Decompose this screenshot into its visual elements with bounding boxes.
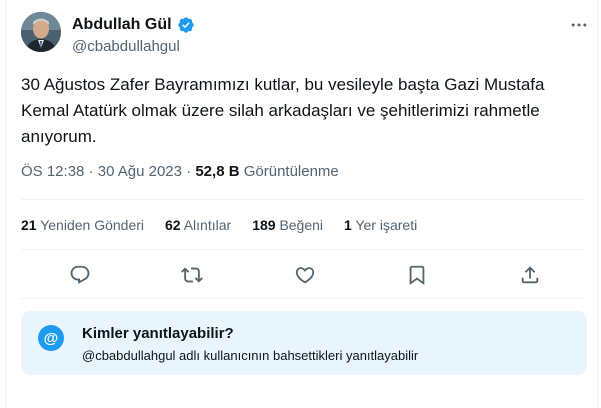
profile-photo: [21, 12, 61, 52]
tweet-date[interactable]: 30 Ağu 2023: [98, 163, 182, 180]
divider: [21, 199, 586, 200]
reply-restriction-box: @ Kimler yanıtlayabilir? @cbabdullahgul …: [21, 311, 587, 375]
reply-restriction-title: Kimler yanıtlayabilir?: [82, 325, 234, 342]
reply-restriction-subtitle: @cbabdullahgul adlı kullanıcının bahsett…: [82, 348, 419, 363]
author-handle[interactable]: @cbabdullahgul: [72, 38, 180, 55]
quotes-stat[interactable]: 62 Alıntılar: [165, 217, 231, 233]
avatar[interactable]: [21, 12, 61, 52]
reply-icon[interactable]: [67, 262, 93, 288]
retweets-label: Yeniden Gönderi: [40, 217, 145, 233]
views-label: Görüntülenme: [243, 163, 339, 180]
meta-separator: ·: [88, 163, 94, 180]
bookmarks-count: 1: [344, 217, 352, 233]
quotes-label: Alıntılar: [183, 217, 232, 233]
divider: [21, 298, 586, 299]
tweet-text: 30 Ağustos Zafer Bayramımızı kutlar, bu …: [21, 75, 545, 146]
at-sign-icon: @: [38, 325, 64, 351]
author-name-row: Abdullah Gül: [72, 14, 195, 36]
timeline-border-left: [5, 0, 6, 408]
divider: [21, 249, 586, 250]
quotes-count: 62: [165, 217, 181, 233]
like-icon[interactable]: [292, 262, 318, 288]
likes-label: Beğeni: [279, 217, 324, 233]
likes-count: 189: [252, 217, 276, 233]
action-bar: [0, 262, 601, 288]
more-options-icon[interactable]: [567, 15, 591, 35]
tweet-time[interactable]: ÖS 12:38: [21, 163, 84, 180]
retweets-stat[interactable]: 21 Yeniden Gönderi: [21, 217, 144, 233]
verified-badge-icon[interactable]: [177, 16, 195, 34]
bookmarks-stat[interactable]: 1 Yer işareti: [344, 217, 417, 233]
likes-stat[interactable]: 189 Beğeni: [252, 217, 323, 233]
retweet-icon[interactable]: [179, 262, 205, 288]
tweet-stats: 21 Yeniden Gönderi 62 Alıntılar 189 Beğe…: [21, 217, 417, 233]
author-name[interactable]: Abdullah Gül: [72, 16, 172, 34]
tweet-card: Abdullah Gül @cbabdullahgul 30 Ağustos Z…: [0, 0, 601, 408]
share-icon[interactable]: [517, 262, 543, 288]
bookmark-icon[interactable]: [404, 262, 430, 288]
bookmarks-label: Yer işareti: [355, 217, 418, 233]
timeline-border-right: [597, 0, 598, 408]
retweets-count: 21: [21, 217, 37, 233]
views-count: 52,8 B: [195, 163, 240, 180]
tweet-meta: ÖS 12:38 · 30 Ağu 2023 · 52,8 B Görüntül…: [21, 163, 339, 180]
meta-separator: ·: [186, 163, 192, 180]
